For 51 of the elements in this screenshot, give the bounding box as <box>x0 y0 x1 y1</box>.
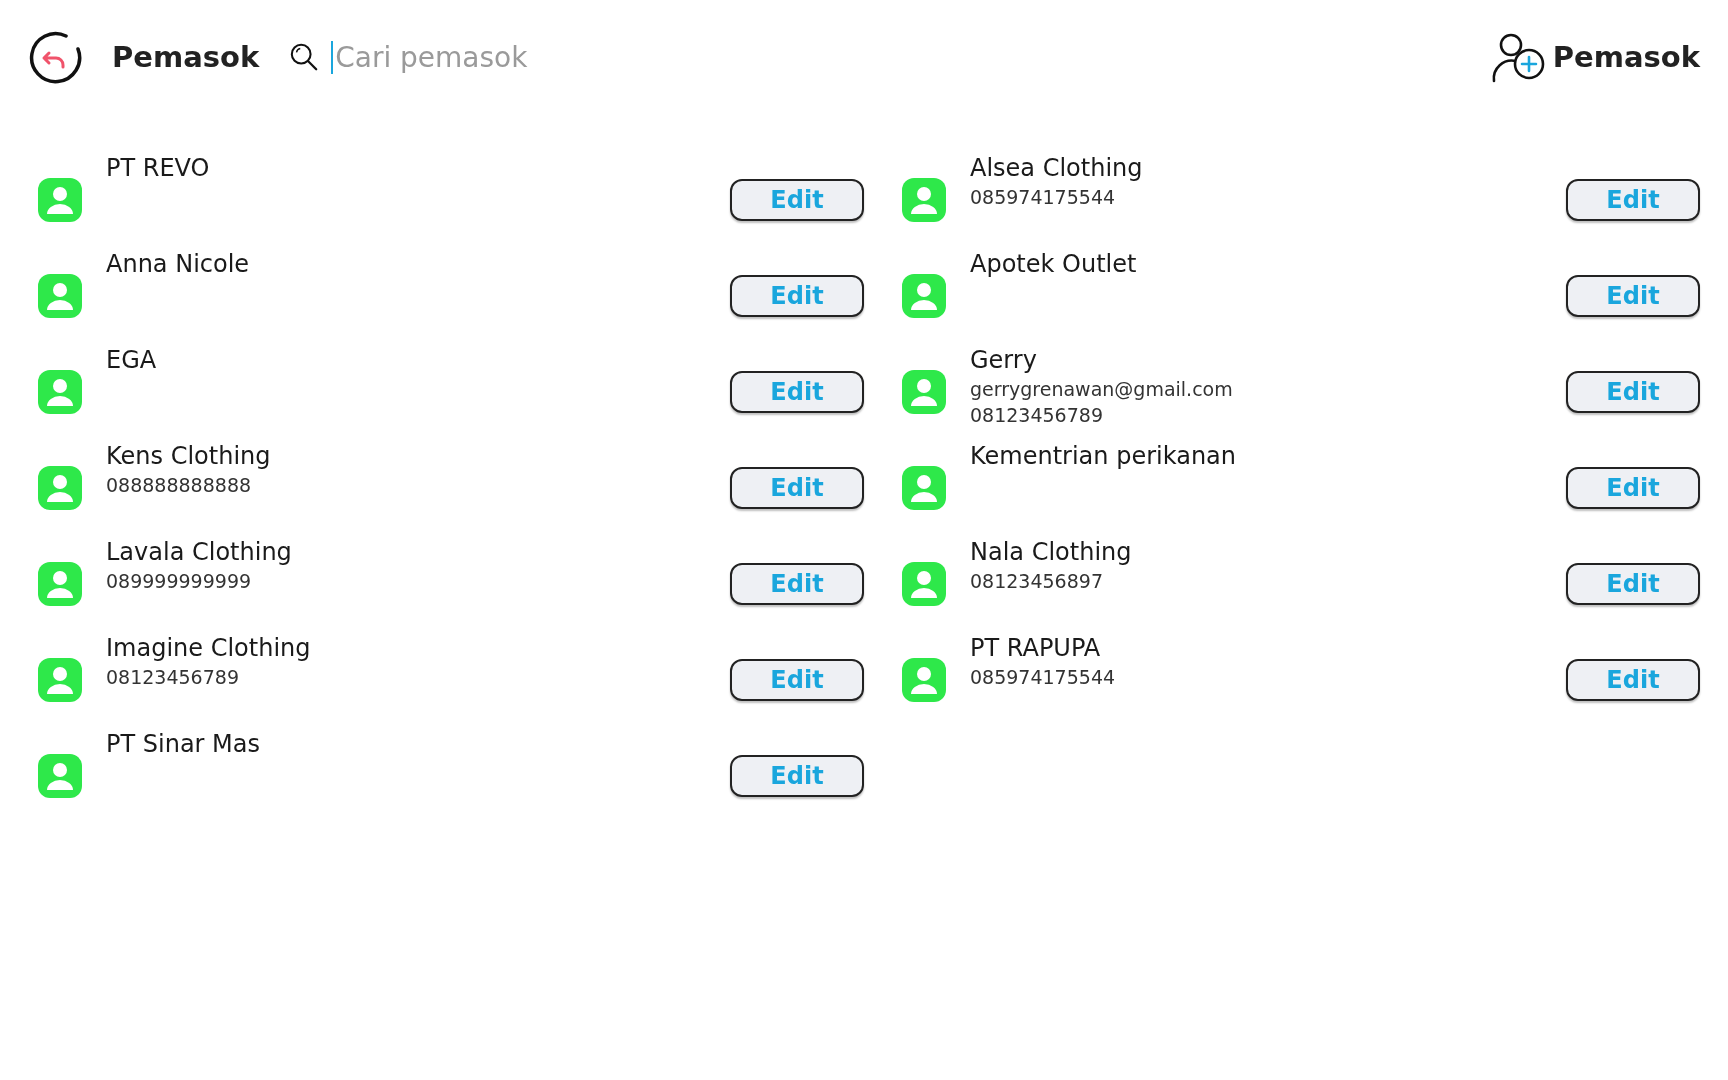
edit-button[interactable]: Edit <box>1566 563 1700 605</box>
edit-button[interactable]: Edit <box>1566 467 1700 509</box>
supplier-contact: 085974175544 <box>970 665 1117 690</box>
back-icon[interactable] <box>28 29 84 85</box>
supplier-name: Kementrian perikanan <box>970 441 1237 472</box>
edit-button[interactable]: Edit <box>730 467 864 509</box>
supplier-name: EGA <box>106 345 158 376</box>
supplier-name: Apotek Outlet <box>970 249 1138 280</box>
supplier-contact: gerrygrenawan@gmail.com <box>970 377 1234 402</box>
supplier-name: Alsea Clothing <box>970 153 1144 184</box>
supplier-name: Anna Nicole <box>106 249 251 280</box>
edit-button[interactable]: Edit <box>730 275 864 317</box>
edit-button[interactable]: Edit <box>730 755 864 797</box>
edit-button[interactable]: Edit <box>730 179 864 221</box>
supplier-name: PT Sinar Mas <box>106 729 261 760</box>
supplier-contact: 088888888888 <box>106 473 253 498</box>
person-icon <box>902 562 946 606</box>
supplier-name: Nala Clothing <box>970 537 1133 568</box>
add-supplier-button[interactable]: Pemasok <box>1490 31 1700 83</box>
supplier-name: Imagine Clothing <box>106 633 312 664</box>
person-icon <box>38 658 82 702</box>
search-icon <box>289 42 320 72</box>
supplier-contact: 085974175544 <box>970 185 1117 210</box>
supplier-name: Gerry <box>970 345 1038 376</box>
edit-button[interactable]: Edit <box>730 659 864 701</box>
person-icon <box>902 178 946 222</box>
person-icon <box>902 658 946 702</box>
person-icon <box>902 370 946 414</box>
supplier-name: Kens Clothing <box>106 441 272 472</box>
person-icon <box>902 466 946 510</box>
person-icon <box>38 466 82 510</box>
edit-button[interactable]: Edit <box>730 371 864 413</box>
supplier-contact: 08123456789 <box>106 665 240 690</box>
person-icon <box>38 178 82 222</box>
edit-button[interactable]: Edit <box>1566 179 1700 221</box>
person-icon <box>38 370 82 414</box>
supplier-name: PT RAPUPA <box>970 633 1102 664</box>
person-icon <box>38 562 82 606</box>
supplier-name: Lavala Clothing <box>106 537 293 568</box>
supplier-contact: 08123456897 <box>970 569 1104 594</box>
edit-button[interactable]: Edit <box>1566 371 1700 413</box>
supplier-name: PT REVO <box>106 153 211 184</box>
edit-button[interactable]: Edit <box>1566 275 1700 317</box>
person-icon <box>902 274 946 318</box>
person-icon <box>38 754 82 798</box>
supplier-contact: 08123456789 <box>970 403 1104 428</box>
page-title: Pemasok <box>112 40 260 74</box>
supplier-contact: 089999999999 <box>106 569 253 594</box>
edit-button[interactable]: Edit <box>730 563 864 605</box>
edit-button[interactable]: Edit <box>1566 659 1700 701</box>
person-icon <box>38 274 82 318</box>
